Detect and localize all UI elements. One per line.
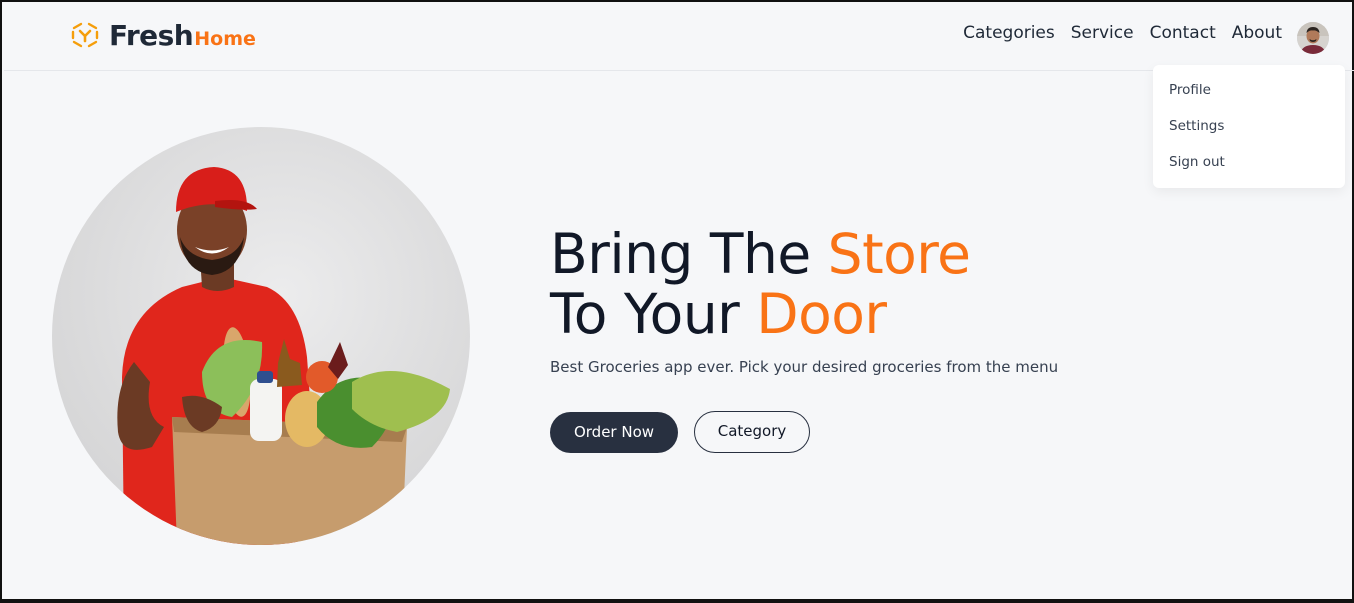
avatar-icon <box>1297 22 1329 54</box>
category-button[interactable]: Category <box>694 411 810 453</box>
user-dropdown-menu: Profile Settings Sign out <box>1153 65 1345 188</box>
headline-accent-door: Door <box>756 282 887 346</box>
user-avatar[interactable] <box>1297 22 1329 54</box>
brand-logo[interactable]: Fresh Home <box>70 20 256 52</box>
main-nav: Categories Service Contact About <box>963 21 1282 45</box>
headline-line-2-text: To Your <box>550 282 757 346</box>
order-now-button[interactable]: Order Now <box>550 412 678 453</box>
menu-item-profile[interactable]: Profile <box>1153 79 1345 115</box>
page-frame: Fresh Home Categories Service Contact Ab… <box>0 0 1354 603</box>
nav-link-categories[interactable]: Categories <box>963 21 1055 45</box>
headline-accent-store: Store <box>827 222 971 286</box>
nav-link-contact[interactable]: Contact <box>1150 21 1216 45</box>
hero-headline: Bring The Store To Your Door <box>550 224 971 344</box>
nav-link-about[interactable]: About <box>1232 21 1282 45</box>
top-navbar: Fresh Home Categories Service Contact Ab… <box>4 4 1354 71</box>
delivery-man-illustration <box>117 167 450 545</box>
menu-item-settings[interactable]: Settings <box>1153 115 1345 151</box>
headline-line-1: Bring The Store <box>550 224 971 284</box>
menu-item-sign-out[interactable]: Sign out <box>1153 151 1345 187</box>
headline-line-2: To Your Door <box>550 284 971 344</box>
brand-name: Fresh <box>109 19 194 52</box>
logo-icon <box>71 22 99 48</box>
nav-link-service[interactable]: Service <box>1071 21 1134 45</box>
hero-subtext: Best Groceries app ever. Pick your desir… <box>550 358 1059 376</box>
brand-name-sub: Home <box>194 28 256 50</box>
hero-image <box>52 127 470 545</box>
headline-line-1-text: Bring The <box>550 222 828 286</box>
